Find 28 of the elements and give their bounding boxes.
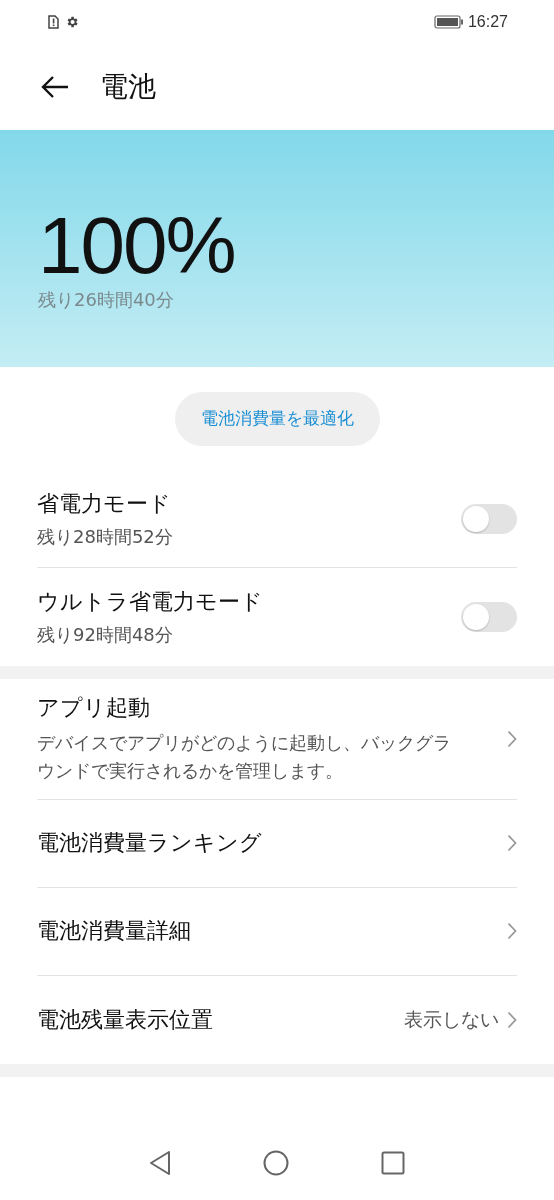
battery-percentage: 100% <box>38 205 236 286</box>
recents-nav-icon[interactable] <box>381 1151 405 1175</box>
remaining-time: 残り26時間40分 <box>38 287 175 312</box>
setting-subtitle: 残り28時間52分 <box>37 524 173 549</box>
home-nav-icon[interactable] <box>263 1150 289 1176</box>
settings-icon <box>65 15 79 29</box>
setting-description: デバイスでアプリがどのように起動し、バックグラウンドで実行されるかを管理します。 <box>37 731 452 783</box>
setting-title: 電池残量表示位置 <box>37 1005 213 1034</box>
optimize-button[interactable]: 電池消費量を最適化 <box>174 391 380 446</box>
page-title: 電池 <box>100 69 156 105</box>
chevron-right-icon[interactable] <box>507 729 517 748</box>
setting-title: アプリ起動 <box>37 694 151 722</box>
battery-icon <box>433 15 464 29</box>
setting-title: 電池消費量詳細 <box>37 917 191 946</box>
setting-title: ウルトラ省電力モード <box>37 588 263 616</box>
sim-alert-icon <box>48 15 59 29</box>
toggle-switch[interactable] <box>461 503 517 534</box>
setting-subtitle: 残り92時間48分 <box>37 623 174 647</box>
setting-title: 電池消費量ランキング <box>37 829 262 858</box>
back-arrow-icon[interactable] <box>40 75 70 99</box>
chevron-right-icon[interactable] <box>507 922 517 941</box>
toggle-switch[interactable] <box>461 602 517 632</box>
setting-title: 省電力モード <box>37 489 172 518</box>
status-time: 16:27 <box>467 13 508 31</box>
chevron-right-icon[interactable] <box>507 1010 517 1029</box>
setting-value: 表示しない <box>404 1006 499 1032</box>
back-nav-icon[interactable] <box>149 1150 171 1176</box>
chevron-right-icon[interactable] <box>507 834 517 853</box>
